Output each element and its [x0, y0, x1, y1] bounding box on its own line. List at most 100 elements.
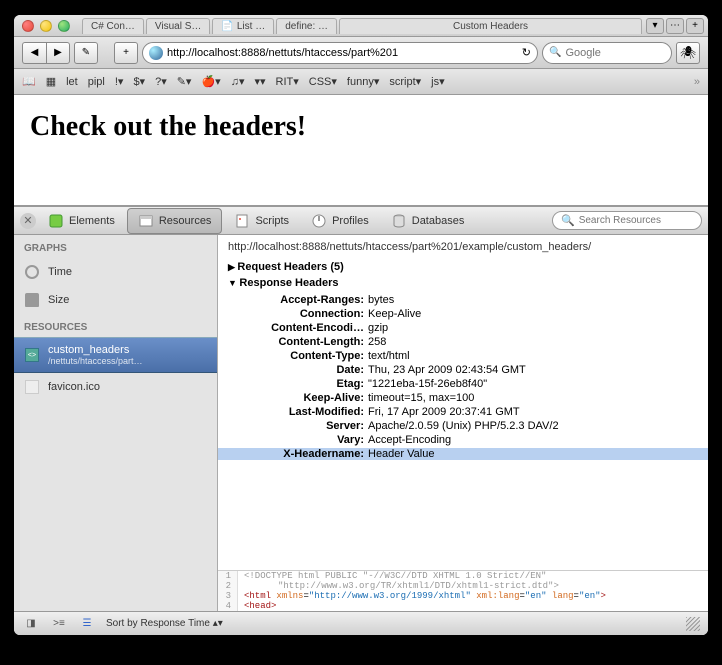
header-row: Last-Modified:Fri, 17 Apr 2009 20:37:41 … [218, 405, 708, 419]
header-row: Vary:Accept-Encoding [218, 433, 708, 447]
bookmark-script[interactable]: script▾ [389, 75, 421, 88]
bookmark-js[interactable]: js▾ [431, 75, 444, 88]
tab-menu-button[interactable]: ⋯ [666, 18, 684, 34]
scripts-icon [234, 213, 250, 229]
console-button[interactable]: >≡ [50, 616, 68, 632]
tab-4[interactable]: Custom Headers [339, 18, 642, 34]
forward-button[interactable]: ▶ [46, 42, 70, 64]
url-input[interactable] [167, 47, 518, 59]
bookmark-question[interactable]: ?▾ [155, 75, 167, 88]
databases-icon [391, 213, 407, 229]
header-row: Date:Thu, 23 Apr 2009 02:43:54 GMT [218, 363, 708, 377]
request-headers-toggle[interactable]: Request Headers (5) [218, 259, 708, 275]
line-number: 4 [218, 601, 238, 611]
devtools-search-input[interactable] [579, 215, 693, 226]
tab-resources[interactable]: Resources [127, 208, 223, 234]
tab-profiles[interactable]: Profiles [301, 209, 379, 233]
bookmark-css[interactable]: CSS▾ [309, 75, 337, 88]
zoom-window-button[interactable] [58, 20, 70, 32]
tab-1[interactable]: Visual S… [146, 18, 211, 34]
sidebar-time[interactable]: Time [14, 258, 217, 286]
reload-icon[interactable]: ↻ [522, 46, 531, 59]
site-icon [149, 46, 163, 60]
devtools-search[interactable]: 🔍 [552, 211, 702, 230]
bookmark-pipl[interactable]: pipl [88, 76, 105, 88]
toolbar: ◀ ▶ ✎ + ↻ 🔍 🕷 [14, 37, 708, 69]
image-icon [25, 380, 39, 394]
page-content: Check out the headers! [14, 95, 708, 205]
header-row: Server:Apache/2.0.59 (Unix) PHP/5.2.3 DA… [218, 419, 708, 433]
bookmark-dollar[interactable]: $▾ [133, 75, 145, 88]
tab-scripts[interactable]: Scripts [224, 209, 299, 233]
bookmark-more[interactable]: ▾▾ [254, 75, 265, 88]
page-heading: Check out the headers! [30, 111, 692, 143]
header-row: Content-Length:258 [218, 335, 708, 349]
response-headers-list: Accept-Ranges:bytesConnection:Keep-Alive… [218, 291, 708, 467]
back-button[interactable]: ◀ [22, 42, 46, 64]
compose-button[interactable]: ✎ [74, 42, 98, 64]
bookmarks-overflow[interactable]: » [694, 76, 700, 88]
bookmark-apple[interactable]: 🍎▾ [201, 75, 220, 88]
close-window-button[interactable] [22, 20, 34, 32]
sidebar-size[interactable]: Size [14, 286, 217, 314]
browser-tabs: C# Con… Visual S… 📄List … define: … Cust… [78, 18, 646, 34]
tab-overflow-button[interactable]: ▾ [646, 18, 664, 34]
add-bookmark-button[interactable]: + [114, 42, 138, 64]
tab-databases[interactable]: Databases [381, 209, 475, 233]
url-bar[interactable]: ↻ [142, 42, 538, 64]
sort-selector[interactable]: Sort by Response Time ▴▾ [106, 618, 223, 629]
bookmark-funny[interactable]: funny▾ [347, 75, 379, 88]
elements-icon [48, 213, 64, 229]
search-icon: 🔍 [561, 214, 575, 227]
header-row: Accept-Ranges:bytes [218, 293, 708, 307]
resources-icon [138, 213, 154, 229]
devtools-tabs: ✕ Elements Resources Scripts Profiles Da… [14, 207, 708, 235]
devtools-statusbar: ◨ >≡ ☰ Sort by Response Time ▴▾ [14, 611, 708, 635]
bug-button[interactable]: 🕷 [676, 42, 700, 64]
bookmark-music[interactable]: ♫▾ [231, 75, 245, 88]
grid-icon[interactable]: ▦ [46, 75, 56, 88]
minimize-window-button[interactable] [40, 20, 52, 32]
bookmarks-bar: 📖 ▦ let pipl !▾ $▾ ?▾ ✎▾ 🍎▾ ♫▾ ▾▾ RIT▾ C… [14, 69, 708, 95]
response-headers-toggle[interactable]: Response Headers [218, 275, 708, 291]
search-input[interactable] [565, 47, 665, 59]
resize-corner[interactable] [686, 617, 700, 631]
tab-0[interactable]: C# Con… [82, 18, 144, 34]
header-row: Connection:Keep-Alive [218, 307, 708, 321]
graphs-heading: GRAPHS [14, 235, 217, 258]
bookmark-bang[interactable]: !▾ [115, 75, 124, 88]
devtools: ✕ Elements Resources Scripts Profiles Da… [14, 205, 708, 635]
header-row: Content-Type:text/html [218, 349, 708, 363]
tab-3[interactable]: define: … [276, 18, 337, 34]
line-number: 1 [218, 571, 238, 581]
source-panel: 1<!DOCTYPE html PUBLIC "-//W3C//DTD XHTM… [218, 570, 708, 611]
bookmarks-icon[interactable]: 📖 [22, 75, 36, 88]
clock-icon [25, 265, 39, 279]
resource-custom-headers[interactable]: <> custom_headers /nettuts/htaccess/part… [14, 337, 217, 373]
header-row: Keep-Alive:timeout=15, max=100 [218, 391, 708, 405]
search-bar[interactable]: 🔍 [542, 42, 672, 64]
devtools-sidebar: GRAPHS Time Size RESOURCES <> custom_hea… [14, 235, 218, 611]
search-icon: 🔍 [549, 47, 561, 58]
list-view-button[interactable]: ☰ [78, 616, 96, 632]
devtools-close-button[interactable]: ✕ [20, 213, 36, 229]
resources-heading: RESOURCES [14, 314, 217, 337]
new-tab-button[interactable]: + [686, 18, 704, 34]
tab-elements[interactable]: Elements [38, 209, 125, 233]
resource-url: http://localhost:8888/nettuts/htaccess/p… [218, 235, 708, 259]
profiles-icon [311, 213, 327, 229]
html-icon: <> [25, 348, 39, 362]
resource-favicon[interactable]: favicon.ico [14, 373, 217, 401]
header-row: Etag:"1221eba-15f-26eb8f40" [218, 377, 708, 391]
dock-button[interactable]: ◨ [22, 616, 40, 632]
header-row: X-Headername:Header Value [218, 447, 708, 461]
line-number: 3 [218, 591, 238, 601]
bookmark-rit[interactable]: RIT▾ [276, 75, 299, 88]
bookmark-edit[interactable]: ✎▾ [177, 75, 192, 88]
devtools-details: http://localhost:8888/nettuts/htaccess/p… [218, 235, 708, 611]
weight-icon [25, 293, 39, 307]
tab-2[interactable]: 📄List … [212, 18, 274, 34]
titlebar: C# Con… Visual S… 📄List … define: … Cust… [14, 15, 708, 37]
line-number: 2 [218, 581, 238, 591]
bookmark-let[interactable]: let [66, 76, 78, 88]
